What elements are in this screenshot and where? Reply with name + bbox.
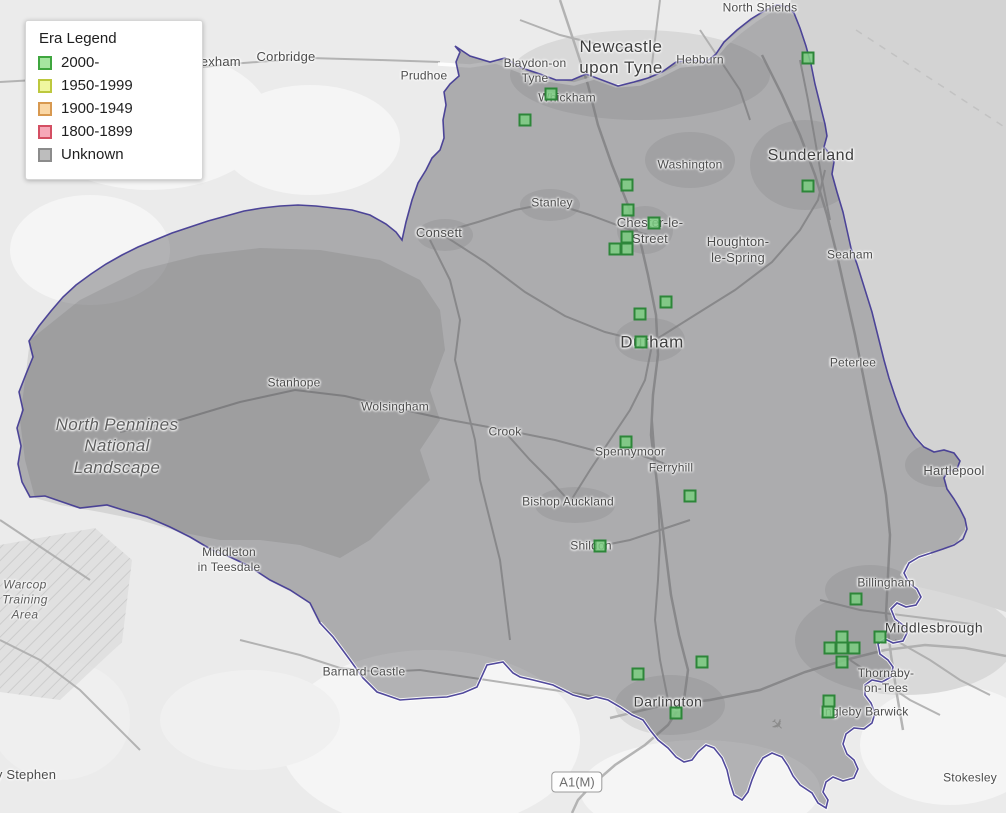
era-marker[interactable] [634,335,648,349]
era-marker[interactable] [620,242,634,256]
legend-item: 1800-1899 [38,123,190,140]
era-marker[interactable] [633,307,647,321]
era-marker[interactable] [821,705,835,719]
legend-item: 2000- [38,54,190,71]
legend-item-label: 1800-1899 [61,123,133,140]
era-marker[interactable] [873,630,887,644]
legend-item-label: 1950-1999 [61,77,133,94]
era-marker[interactable] [518,113,532,127]
legend-swatch [38,101,52,116]
era-marker[interactable] [620,178,634,192]
era-marker[interactable] [847,641,861,655]
legend-swatch [38,55,52,70]
era-marker[interactable] [631,667,645,681]
era-marker[interactable] [621,203,635,217]
map[interactable]: Newcastle upon Tyne North Shields Hexham Co… [0,0,1006,813]
era-marker[interactable] [849,592,863,606]
legend-item: Unknown [38,146,190,163]
legend-swatch [38,147,52,162]
era-marker[interactable] [695,655,709,669]
era-marker[interactable] [683,489,697,503]
legend-swatch [38,78,52,93]
era-marker[interactable] [647,216,661,230]
legend-item-label: Unknown [61,146,124,163]
legend-items: 2000- 1950-1999 1900-1949 1800-1899 Unknown [38,54,190,163]
legend-title: Era Legend [39,30,117,47]
legend-swatch [38,124,52,139]
legend-item: 1900-1949 [38,100,190,117]
legend-item: 1950-1999 [38,77,190,94]
era-marker[interactable] [619,435,633,449]
era-marker[interactable] [544,87,558,101]
era-marker[interactable] [835,655,849,669]
era-marker[interactable] [659,295,673,309]
era-marker[interactable] [801,51,815,65]
era-legend: Era Legend 2000- 1950-1999 1900-1949 1800-1… [25,20,203,180]
era-marker[interactable] [593,539,607,553]
legend-item-label: 1900-1949 [61,100,133,117]
era-marker[interactable] [801,179,815,193]
legend-item-label: 2000- [61,54,100,71]
era-marker[interactable] [669,706,683,720]
